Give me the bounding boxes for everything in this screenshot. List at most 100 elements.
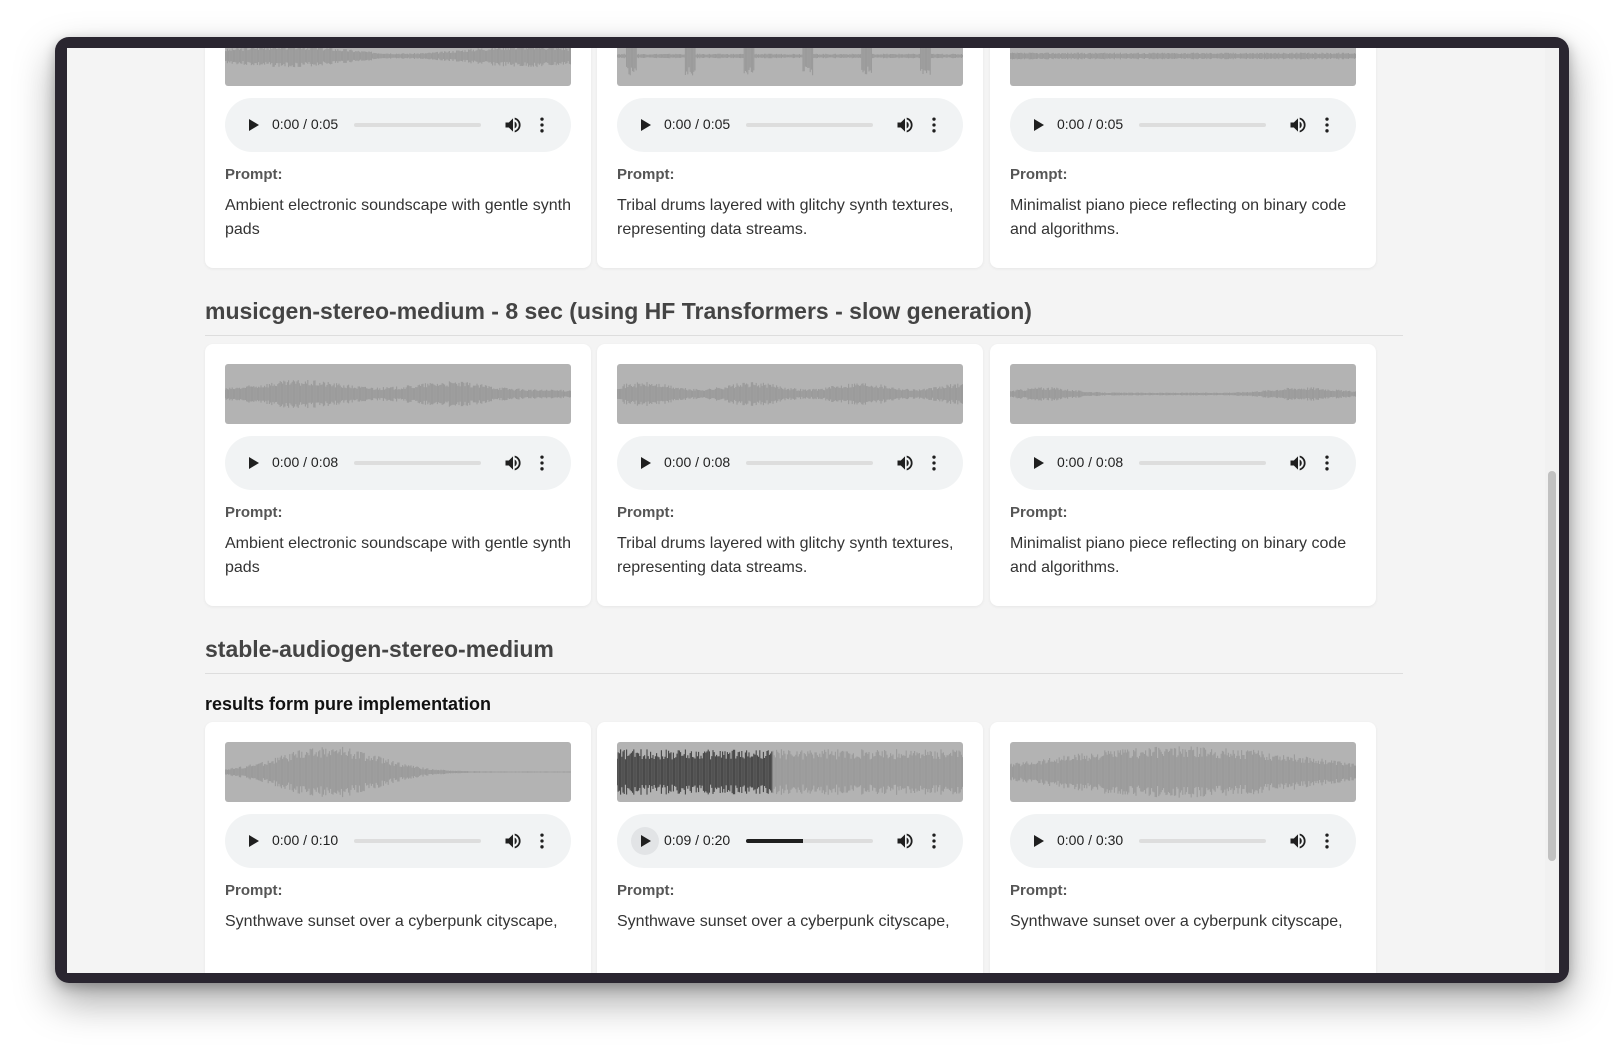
prompt-text: Tribal drums layered with glitchy synth … <box>617 535 954 576</box>
play-icon[interactable] <box>239 111 267 139</box>
more-vert-icon[interactable] <box>924 115 944 135</box>
audio-card: 0:00 / 0:05 Prompt: Tribal drums layered… <box>597 48 983 268</box>
prompt-label: Prompt: <box>225 504 283 521</box>
prompt-text: Synthwave sunset over a cyberpunk citysc… <box>225 913 558 930</box>
time-display: 0:00 / 0:08 <box>664 454 731 470</box>
card-grid: 0:00 / 0:10 Prompt: Synthwave sunset ove… <box>205 722 1403 973</box>
volume-icon[interactable] <box>503 453 523 473</box>
more-vert-icon[interactable] <box>924 831 944 851</box>
prompt-text: Synthwave sunset over a cyberpunk citysc… <box>1010 913 1343 930</box>
scrollbar-thumb[interactable] <box>1548 471 1556 861</box>
audio-player: 0:00 / 0:08 <box>1010 436 1356 490</box>
seek-bar[interactable] <box>746 461 873 465</box>
waveform[interactable] <box>617 364 963 424</box>
time-display: 0:09 / 0:20 <box>664 832 731 848</box>
more-vert-icon[interactable] <box>1317 453 1337 473</box>
section-title: stable-audiogen-stereo-medium <box>205 636 1403 674</box>
time-display: 0:00 / 0:10 <box>272 832 339 848</box>
prompt-label: Prompt: <box>1010 166 1068 183</box>
audio-player: 0:00 / 0:05 <box>617 98 963 152</box>
volume-icon[interactable] <box>1288 831 1308 851</box>
play-icon[interactable] <box>1024 827 1052 855</box>
audio-card: 0:00 / 0:05 Prompt: Ambient electronic s… <box>205 48 591 268</box>
card-grid: 0:00 / 0:05 Prompt: Ambient electronic s… <box>205 48 1403 268</box>
play-icon[interactable] <box>631 827 659 855</box>
volume-icon[interactable] <box>895 115 915 135</box>
section-subtitle: results form pure implementation <box>205 694 492 714</box>
seek-bar[interactable] <box>1139 839 1266 843</box>
waveform[interactable] <box>225 364 571 424</box>
waveform[interactable] <box>225 48 571 86</box>
audio-card: 0:00 / 0:30 Prompt: Synthwave sunset ove… <box>990 722 1376 973</box>
audio-card: 0:09 / 0:20 Prompt: Synthwave sunset ove… <box>597 722 983 973</box>
seek-bar[interactable] <box>354 839 481 843</box>
waveform[interactable] <box>225 742 571 802</box>
more-vert-icon[interactable] <box>1317 831 1337 851</box>
play-icon[interactable] <box>1024 449 1052 477</box>
time-display: 0:00 / 0:08 <box>1057 454 1124 470</box>
volume-icon[interactable] <box>895 831 915 851</box>
volume-icon[interactable] <box>503 115 523 135</box>
waveform[interactable] <box>1010 742 1356 802</box>
browser-window: 0:00 / 0:05 Prompt: Ambient electronic s… <box>55 37 1569 983</box>
audio-player: 0:00 / 0:10 <box>225 814 571 868</box>
volume-icon[interactable] <box>895 453 915 473</box>
scrollbar[interactable] <box>1545 48 1559 973</box>
prompt-label: Prompt: <box>225 166 283 183</box>
prompt-label: Prompt: <box>617 882 675 899</box>
audio-player: 0:00 / 0:08 <box>225 436 571 490</box>
play-icon[interactable] <box>1024 111 1052 139</box>
card-grid: 0:00 / 0:08 Prompt: Ambient electronic s… <box>205 344 1403 606</box>
volume-icon[interactable] <box>1288 453 1308 473</box>
waveform[interactable] <box>617 48 963 86</box>
time-display: 0:00 / 0:05 <box>1057 116 1124 132</box>
more-vert-icon[interactable] <box>532 115 552 135</box>
seek-bar[interactable] <box>746 123 873 127</box>
more-vert-icon[interactable] <box>924 453 944 473</box>
seek-bar[interactable] <box>1139 123 1266 127</box>
prompt-text: Tribal drums layered with glitchy synth … <box>617 197 954 238</box>
prompt-label: Prompt: <box>1010 504 1068 521</box>
play-icon[interactable] <box>631 449 659 477</box>
prompt-text: Minimalist piano piece reflecting on bin… <box>1010 535 1347 576</box>
volume-icon[interactable] <box>1288 115 1308 135</box>
more-vert-icon[interactable] <box>1317 115 1337 135</box>
audio-card: 0:00 / 0:08 Prompt: Ambient electronic s… <box>205 344 591 606</box>
audio-player: 0:09 / 0:20 <box>617 814 963 868</box>
audio-card: 0:00 / 0:05 Prompt: Minimalist piano pie… <box>990 48 1376 268</box>
audio-player: 0:00 / 0:08 <box>617 436 963 490</box>
prompt-label: Prompt: <box>1010 882 1068 899</box>
play-icon[interactable] <box>631 111 659 139</box>
prompt-text: Ambient electronic soundscape with gentl… <box>225 197 571 238</box>
audio-player: 0:00 / 0:30 <box>1010 814 1356 868</box>
seek-bar[interactable] <box>354 461 481 465</box>
prompt-text: Minimalist piano piece reflecting on bin… <box>1010 197 1347 238</box>
seek-bar[interactable] <box>746 839 873 843</box>
prompt-label: Prompt: <box>617 166 675 183</box>
prompt-label: Prompt: <box>617 504 675 521</box>
play-icon[interactable] <box>239 827 267 855</box>
more-vert-icon[interactable] <box>532 453 552 473</box>
audio-player: 0:00 / 0:05 <box>1010 98 1356 152</box>
waveform[interactable] <box>1010 48 1356 86</box>
time-display: 0:00 / 0:08 <box>272 454 339 470</box>
seek-bar[interactable] <box>1139 461 1266 465</box>
prompt-text: Ambient electronic soundscape with gentl… <box>225 535 571 576</box>
audio-card: 0:00 / 0:10 Prompt: Synthwave sunset ove… <box>205 722 591 973</box>
section-title: musicgen-stereo-medium - 8 sec (using HF… <box>205 298 1403 336</box>
prompt-label: Prompt: <box>225 882 283 899</box>
audio-player: 0:00 / 0:05 <box>225 98 571 152</box>
audio-card: 0:00 / 0:08 Prompt: Minimalist piano pie… <box>990 344 1376 606</box>
waveform[interactable] <box>617 742 963 802</box>
play-icon[interactable] <box>239 449 267 477</box>
time-display: 0:00 / 0:30 <box>1057 832 1124 848</box>
time-display: 0:00 / 0:05 <box>272 116 339 132</box>
page-viewport: 0:00 / 0:05 Prompt: Ambient electronic s… <box>67 48 1545 973</box>
seek-bar[interactable] <box>354 123 481 127</box>
waveform[interactable] <box>1010 364 1356 424</box>
volume-icon[interactable] <box>503 831 523 851</box>
prompt-text: Synthwave sunset over a cyberpunk citysc… <box>617 913 950 930</box>
audio-card: 0:00 / 0:08 Prompt: Tribal drums layered… <box>597 344 983 606</box>
time-display: 0:00 / 0:05 <box>664 116 731 132</box>
more-vert-icon[interactable] <box>532 831 552 851</box>
